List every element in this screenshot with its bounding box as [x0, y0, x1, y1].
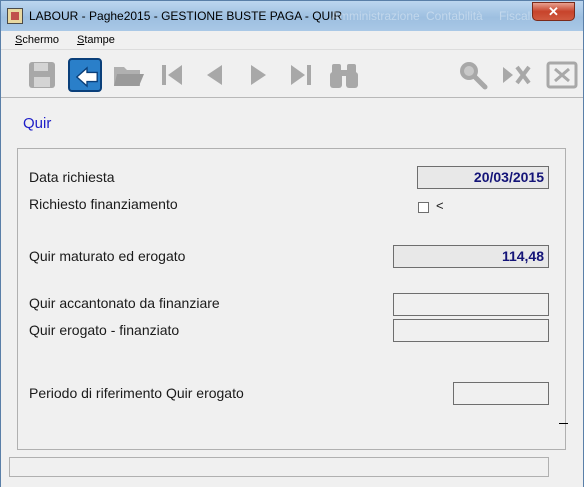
search-button[interactable] [327, 58, 361, 92]
background-title-3: Fiscali [499, 9, 534, 23]
previous-record-icon [207, 65, 222, 85]
right-edge [575, 98, 583, 487]
periodo-field[interactable] [453, 382, 549, 405]
back-button[interactable] [68, 58, 102, 92]
window-title: LABOUR - Paghe2015 - GESTIONE BUSTE PAGA… [29, 9, 343, 23]
next-record-button[interactable] [241, 58, 275, 92]
background-title-1: Amministrazione [331, 9, 420, 23]
app-window: LABOUR - Paghe2015 - GESTIONE BUSTE PAGA… [0, 0, 584, 487]
richiesto-finanziamento-checkbox[interactable] [418, 202, 429, 213]
quir-accantonato-label: Quir accantonato da finanziare [29, 295, 220, 311]
menu-bar: Schermo Stampe [1, 31, 583, 50]
background-title-2: Contabilità [426, 9, 483, 23]
quir-maturato-field[interactable]: 114,48 [393, 245, 549, 268]
title-bar[interactable]: LABOUR - Paghe2015 - GESTIONE BUSTE PAGA… [1, 1, 583, 31]
data-richiesta-label: Data richiesta [29, 169, 115, 185]
quir-erogato-label: Quir erogato - finanziato [29, 322, 180, 338]
binoculars-icon [330, 64, 358, 88]
menu-item-stampe[interactable]: Stampe [77, 34, 115, 46]
panel-marker [559, 423, 568, 424]
data-richiesta-field[interactable]: 20/03/2015 [417, 166, 549, 189]
last-record-icon [291, 65, 311, 85]
page-title: Quir [23, 115, 52, 132]
first-record-button[interactable] [155, 58, 189, 92]
exit-icon [546, 61, 578, 89]
quir-maturato-label: Quir maturato ed erogato [29, 248, 186, 264]
richiesto-finanziamento-suffix: < [436, 198, 444, 213]
toolbar [1, 50, 583, 98]
exit-button[interactable] [545, 58, 579, 92]
open-button[interactable] [111, 58, 145, 92]
last-record-button[interactable] [284, 58, 318, 92]
save-icon [29, 62, 55, 88]
periodo-label: Periodo di riferimento Quir erogato [29, 385, 244, 401]
app-icon [7, 8, 23, 24]
skip-close-icon [503, 65, 531, 85]
first-record-icon [162, 65, 182, 85]
back-arrow-icon [75, 66, 98, 88]
zoom-button[interactable] [455, 58, 489, 92]
quir-erogato-field[interactable] [393, 319, 549, 342]
previous-record-button[interactable] [198, 58, 232, 92]
save-button[interactable] [25, 58, 59, 92]
main-content: Quir Data richiesta 20/03/2015 Richiesto… [1, 98, 583, 487]
skip-button[interactable] [499, 58, 533, 92]
close-button[interactable]: ✕ [532, 2, 575, 21]
folder-icon [114, 67, 144, 86]
menu-item-schermo[interactable]: Schermo [15, 34, 59, 46]
quir-accantonato-field[interactable] [393, 293, 549, 316]
richiesto-finanziamento-label: Richiesto finanziamento [29, 196, 178, 212]
magnifier-icon [460, 62, 488, 90]
next-record-icon [251, 65, 266, 85]
status-bar [9, 457, 549, 477]
